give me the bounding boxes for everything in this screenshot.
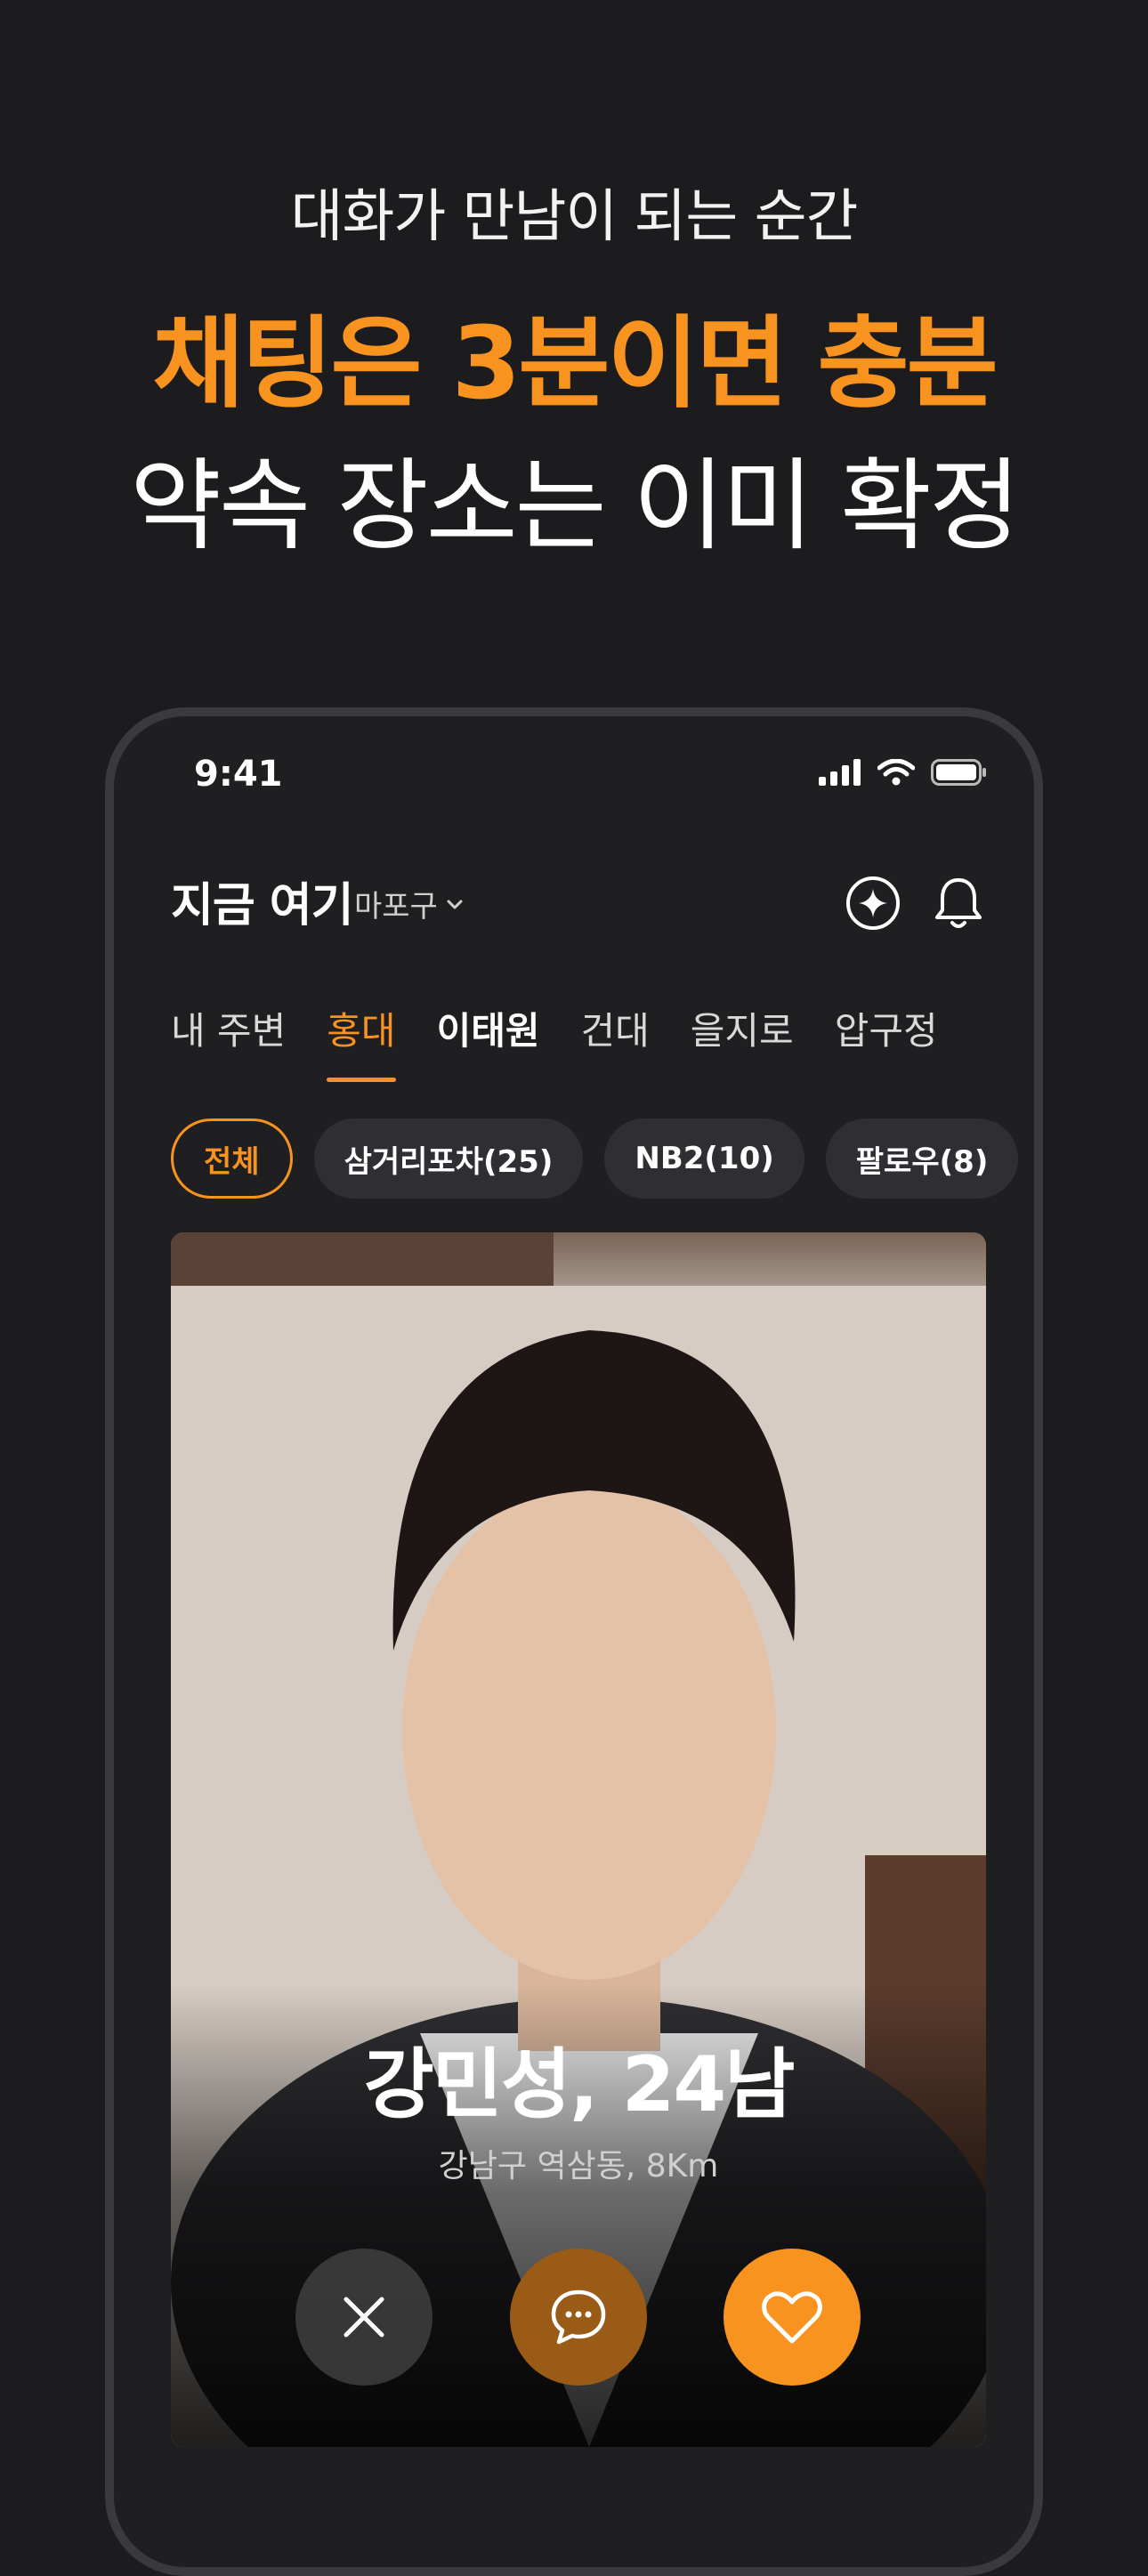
sparkle-icon: [846, 876, 900, 930]
tab-itaewon[interactable]: 이태원: [437, 1001, 540, 1082]
chat-button[interactable]: [510, 2249, 647, 2386]
location-label: 마포구: [354, 889, 438, 925]
like-button[interactable]: [724, 2249, 861, 2386]
venue-chips: 전체 삼거리포차(25) NB2(10) 팔로우(8): [171, 1118, 1019, 1199]
status-icons: [819, 759, 988, 786]
profile-name: 강민성, 24남: [363, 2040, 796, 2129]
chip-samgeori-pocha[interactable]: 삼거리포차(25): [313, 1118, 584, 1199]
chip-nb2[interactable]: NB2(10): [604, 1118, 804, 1199]
tab-apgujeong[interactable]: 압구정: [835, 1001, 938, 1082]
chevron-down-icon: [447, 900, 463, 908]
headline-third: 약속 장소는 이미 확정: [129, 448, 1021, 564]
headline-main: 채팅은 3분이면 충분: [152, 306, 998, 422]
location-dropdown[interactable]: 마포구: [354, 882, 465, 925]
heart-icon: [762, 2291, 822, 2344]
bell-icon: [935, 878, 982, 928]
profile-card[interactable]: 강민성, 24남 강남구 역삼동, 8Km: [171, 1232, 986, 2447]
chip-follow[interactable]: 팔로우(8): [825, 1118, 1019, 1199]
app-title: 지금 여기: [171, 879, 353, 933]
tab-nearby[interactable]: 내 주변: [171, 1001, 286, 1082]
profile-location: 강남구 역삼동, 8Km: [438, 2148, 719, 2184]
sparkle-button[interactable]: [842, 872, 904, 934]
headline-sub: 대화가 만남이 되는 순간: [290, 184, 859, 250]
phone-frame: 9:41 지금 여기 마포구 내 주변 홍대 이태원 건대 을지로 압구정 전체…: [105, 707, 1043, 2576]
area-tabs: 내 주변 홍대 이태원 건대 을지로 압구정: [171, 1001, 938, 1082]
status-time: 9:41: [194, 754, 283, 795]
close-icon: [344, 2297, 384, 2338]
notification-button[interactable]: [927, 872, 990, 934]
tab-hongdae[interactable]: 홍대: [327, 1001, 396, 1082]
tab-euljiro[interactable]: 을지로: [691, 1001, 794, 1082]
signal-icon: [819, 759, 861, 786]
battery-icon: [931, 759, 986, 786]
wifi-icon: [877, 759, 915, 786]
chip-all[interactable]: 전체: [171, 1118, 293, 1199]
pass-button[interactable]: [295, 2249, 433, 2386]
tab-kondae[interactable]: 건대: [580, 1001, 649, 1082]
chat-bubble-icon: [551, 2289, 606, 2345]
